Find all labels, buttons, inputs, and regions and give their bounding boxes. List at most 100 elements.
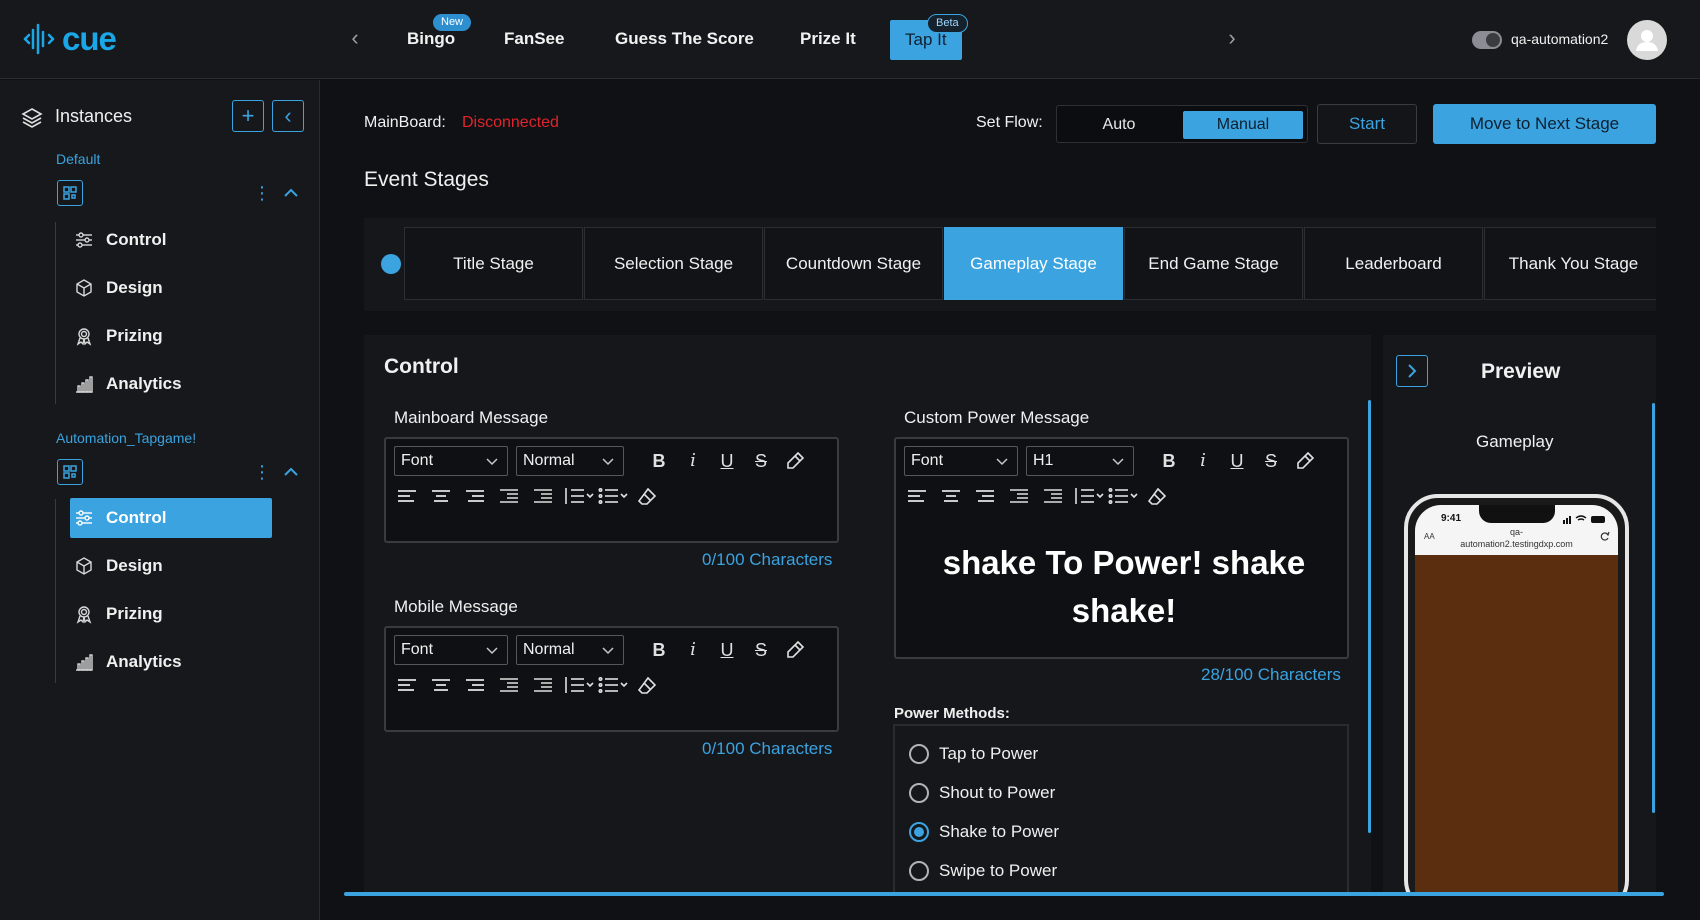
italic-icon[interactable]: i	[682, 450, 704, 472]
sidebar-item-analytics[interactable]: Analytics	[70, 642, 272, 682]
size-select[interactable]: H1	[1026, 446, 1134, 476]
align-center-icon[interactable]	[940, 485, 962, 507]
avatar[interactable]	[1627, 20, 1667, 60]
move-to-next-stage-button[interactable]: Move to Next Stage	[1433, 104, 1656, 144]
nav-next-arrow-icon[interactable]: ›	[1222, 26, 1242, 50]
indent-icon[interactable]	[532, 674, 554, 696]
align-left-icon[interactable]	[396, 485, 418, 507]
horizontal-scrollbar[interactable]	[344, 892, 1664, 896]
size-select[interactable]: Normal	[516, 635, 624, 665]
flow-auto-option[interactable]: Auto	[1063, 111, 1175, 139]
expand-preview-button[interactable]	[1396, 355, 1428, 387]
highlighter-icon[interactable]	[784, 639, 806, 661]
stage-leaderboard[interactable]: Leaderboard	[1304, 227, 1483, 300]
custom-power-message-text[interactable]: shake To Power! shake shake!	[914, 539, 1334, 635]
font-select[interactable]: Font	[394, 635, 508, 665]
power-method-shake[interactable]: Shake to Power	[909, 822, 1059, 842]
radio-button[interactable]	[909, 783, 929, 803]
indent-icon[interactable]	[1042, 485, 1064, 507]
strikethrough-icon[interactable]: S	[750, 639, 772, 661]
collapse-sidebar-button[interactable]: ‹	[272, 100, 304, 132]
nav-tab-guess-the-score[interactable]: Guess The Score	[615, 26, 754, 52]
group-menu-kebab-icon[interactable]: ⋮	[253, 183, 271, 203]
ordered-list-icon[interactable]	[1074, 485, 1104, 507]
ordered-list-icon[interactable]	[564, 485, 594, 507]
strikethrough-icon[interactable]: S	[1260, 450, 1282, 472]
align-right-icon[interactable]	[464, 485, 486, 507]
chevron-up-icon[interactable]	[281, 462, 301, 482]
sidebar-item-design[interactable]: Design	[70, 268, 272, 308]
stage-title[interactable]: Title Stage	[404, 227, 583, 300]
nav-tab-fansee[interactable]: FanSee	[504, 26, 564, 52]
mainboard-message-editor[interactable]: Font Normal B i U S	[384, 437, 839, 543]
bullet-list-icon[interactable]	[598, 485, 628, 507]
underline-icon[interactable]: U	[1226, 450, 1248, 472]
bullet-list-icon[interactable]	[598, 674, 628, 696]
qr-grid-button[interactable]	[57, 459, 83, 485]
strikethrough-icon[interactable]: S	[750, 450, 772, 472]
outdent-icon[interactable]	[1008, 485, 1030, 507]
outdent-icon[interactable]	[498, 485, 520, 507]
font-select[interactable]: Font	[904, 446, 1018, 476]
app-logo[interactable]: cue	[22, 20, 117, 58]
add-instance-button[interactable]: +	[232, 100, 264, 132]
eraser-icon[interactable]	[636, 485, 658, 507]
align-left-icon[interactable]	[906, 485, 928, 507]
align-center-icon[interactable]	[430, 674, 452, 696]
highlighter-icon[interactable]	[784, 450, 806, 472]
sidebar-item-design[interactable]: Design	[70, 546, 272, 586]
group-name-default[interactable]: Default	[56, 151, 100, 167]
ordered-list-icon[interactable]	[564, 674, 594, 696]
italic-icon[interactable]: i	[1192, 450, 1214, 472]
radio-button-selected[interactable]	[909, 822, 929, 842]
stage-gameplay[interactable]: Gameplay Stage	[944, 227, 1123, 300]
sidebar-item-control-active[interactable]: Control	[70, 498, 272, 538]
stage-selection[interactable]: Selection Stage	[584, 227, 763, 300]
underline-icon[interactable]: U	[716, 639, 738, 661]
power-method-shout[interactable]: Shout to Power	[909, 783, 1055, 803]
italic-icon[interactable]: i	[682, 639, 704, 661]
bold-icon[interactable]: B	[1158, 450, 1180, 472]
bullet-list-icon[interactable]	[1108, 485, 1138, 507]
group-menu-kebab-icon[interactable]: ⋮	[253, 462, 271, 482]
qr-grid-button[interactable]	[57, 180, 83, 206]
align-center-icon[interactable]	[430, 485, 452, 507]
power-method-tap[interactable]: Tap to Power	[909, 744, 1038, 764]
preview-scrollbar[interactable]	[1652, 403, 1655, 813]
highlighter-icon[interactable]	[1294, 450, 1316, 472]
bold-icon[interactable]: B	[648, 639, 670, 661]
sidebar-item-control[interactable]: Control	[70, 220, 272, 260]
outdent-icon[interactable]	[498, 674, 520, 696]
nav-tab-prize-it[interactable]: Prize It	[800, 26, 856, 52]
sidebar-item-analytics[interactable]: Analytics	[70, 364, 272, 404]
radio-button[interactable]	[909, 861, 929, 881]
align-right-icon[interactable]	[464, 674, 486, 696]
chevron-up-icon[interactable]	[281, 183, 301, 203]
bold-icon[interactable]: B	[648, 450, 670, 472]
radio-button[interactable]	[909, 744, 929, 764]
stage-end-game[interactable]: End Game Stage	[1124, 227, 1303, 300]
stage-thank-you[interactable]: Thank You Stage	[1484, 227, 1656, 300]
underline-icon[interactable]: U	[716, 450, 738, 472]
mobile-message-editor[interactable]: Font Normal B i U S	[384, 626, 839, 732]
stage-countdown[interactable]: Countdown Stage	[764, 227, 943, 300]
power-method-swipe[interactable]: Swipe to Power	[909, 861, 1057, 881]
power-method-label: Shout to Power	[939, 783, 1056, 802]
control-panel-scrollbar[interactable]	[1368, 400, 1371, 833]
start-button[interactable]: Start	[1317, 104, 1417, 144]
eraser-icon[interactable]	[1146, 485, 1168, 507]
nav-prev-arrow-icon[interactable]: ‹	[345, 26, 365, 50]
align-right-icon[interactable]	[974, 485, 996, 507]
font-select[interactable]: Font	[394, 446, 508, 476]
align-left-icon[interactable]	[396, 674, 418, 696]
eraser-icon[interactable]	[636, 674, 658, 696]
flow-manual-option[interactable]: Manual	[1183, 111, 1303, 139]
sidebar-item-prizing[interactable]: Prizing	[70, 594, 272, 634]
group-name-automation[interactable]: Automation_Tapgame!	[56, 430, 196, 446]
sidebar-item-prizing[interactable]: Prizing	[70, 316, 272, 356]
custom-power-message-editor[interactable]: Font H1 B i U S shake To Power! shake sh…	[894, 437, 1349, 659]
size-select[interactable]: Normal	[516, 446, 624, 476]
tree-line	[55, 222, 56, 404]
theme-toggle[interactable]	[1472, 31, 1502, 49]
indent-icon[interactable]	[532, 485, 554, 507]
